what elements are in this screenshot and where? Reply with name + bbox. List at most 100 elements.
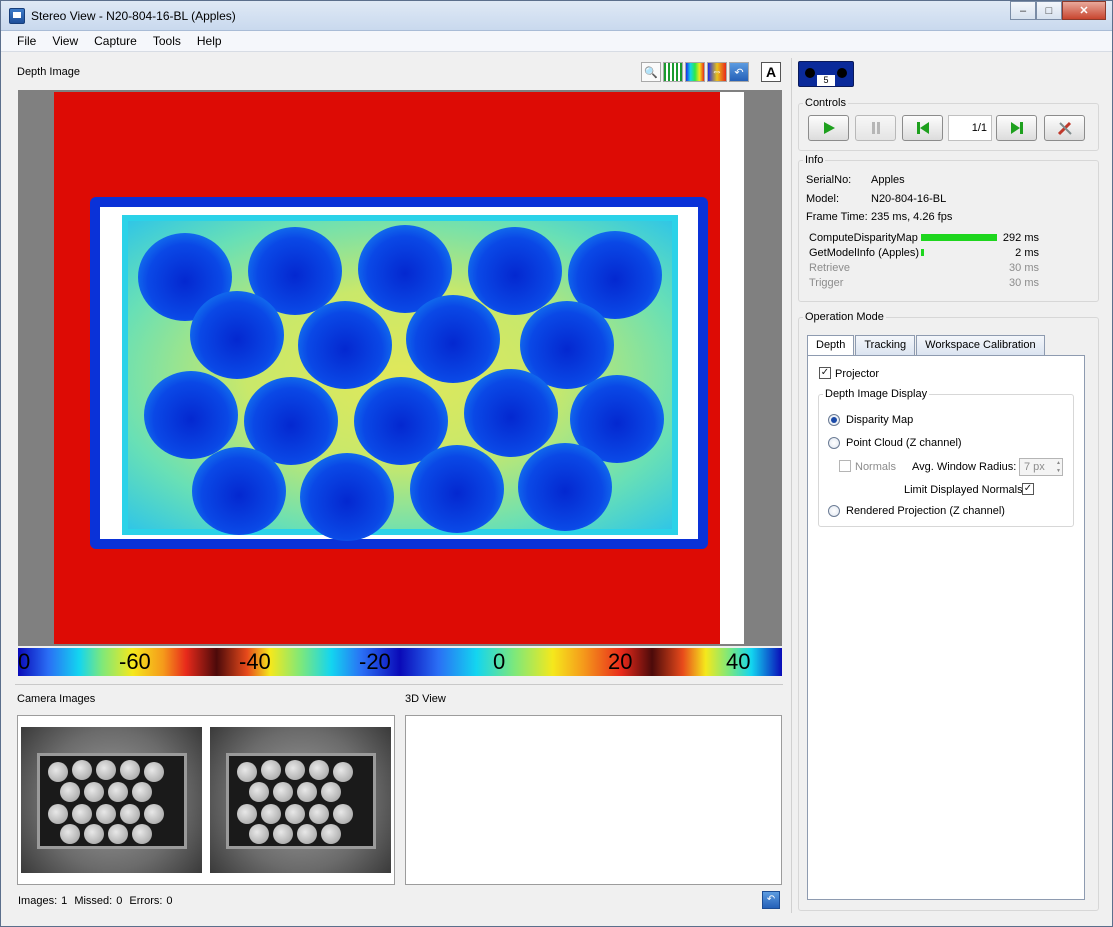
timing-name: Retrieve bbox=[809, 262, 850, 274]
menu-view[interactable]: View bbox=[44, 34, 86, 48]
camera-number: 5 bbox=[817, 75, 835, 86]
projector-checkbox[interactable]: ✓ bbox=[819, 367, 831, 379]
timing-bar bbox=[921, 234, 997, 241]
camera-apple bbox=[84, 782, 104, 802]
depth-apple bbox=[192, 447, 286, 535]
3d-view-canvas[interactable] bbox=[405, 715, 782, 885]
settings-button[interactable] bbox=[1044, 115, 1085, 141]
reset-view-icon[interactable]: ↶ bbox=[729, 62, 749, 82]
left-camera-image[interactable] bbox=[21, 727, 202, 873]
limit-normals-label: Limit Displayed Normals bbox=[904, 484, 1023, 496]
timing-bar bbox=[921, 249, 924, 256]
panel-splitter[interactable] bbox=[791, 58, 792, 913]
pause-button[interactable] bbox=[855, 115, 896, 141]
normals-checkbox[interactable] bbox=[839, 460, 851, 472]
model-value: N20-804-16-BL bbox=[871, 193, 947, 205]
divider[interactable] bbox=[15, 684, 783, 685]
last-frame-button[interactable] bbox=[996, 115, 1037, 141]
camera-tray bbox=[37, 753, 187, 849]
app-icon bbox=[9, 8, 25, 24]
serial-value: Apples bbox=[871, 174, 905, 186]
camera-apple bbox=[96, 760, 116, 780]
camera-tab[interactable]: 5 bbox=[798, 61, 854, 87]
reset-3d-view-button[interactable]: ↶ bbox=[762, 891, 780, 909]
serial-label: SerialNo: bbox=[806, 174, 852, 186]
menu-capture[interactable]: Capture bbox=[86, 34, 145, 48]
camera-apple bbox=[285, 760, 305, 780]
camera-apple bbox=[48, 762, 68, 782]
play-button[interactable] bbox=[808, 115, 849, 141]
colorbar-tick: -40 bbox=[239, 649, 271, 674]
timing-value: 30 ms bbox=[1009, 277, 1039, 289]
depth-tray bbox=[90, 197, 708, 549]
depth-image-view[interactable] bbox=[18, 90, 782, 646]
tab-depth[interactable]: Depth bbox=[807, 335, 855, 356]
rendered-projection-radio[interactable] bbox=[828, 505, 840, 517]
window-controls: – □ ✕ bbox=[1010, 1, 1106, 20]
menu-help[interactable]: Help bbox=[189, 34, 230, 48]
camera-apple bbox=[309, 804, 329, 824]
images-count: 1 bbox=[61, 895, 68, 907]
maximize-button[interactable]: □ bbox=[1036, 1, 1062, 20]
grayscale-colormap-icon[interactable] bbox=[663, 62, 683, 82]
camera-apple bbox=[96, 804, 116, 824]
camera-apple bbox=[273, 782, 293, 802]
camera-apple bbox=[72, 804, 92, 824]
tools-icon bbox=[1057, 121, 1072, 136]
play-icon bbox=[823, 122, 835, 134]
camera-apple bbox=[285, 804, 305, 824]
camera-apple bbox=[321, 782, 341, 802]
zoom-icon[interactable]: 🔍 bbox=[641, 62, 661, 82]
camera-apple bbox=[333, 762, 353, 782]
camera-apple bbox=[132, 782, 152, 802]
depth-apple bbox=[298, 301, 392, 389]
close-button[interactable]: ✕ bbox=[1062, 1, 1106, 20]
camera-apple bbox=[249, 782, 269, 802]
timing-name: Trigger bbox=[809, 277, 844, 289]
timing-name: GetModelInfo (Apples) bbox=[809, 247, 920, 259]
point-cloud-radio[interactable] bbox=[828, 437, 840, 449]
errors-label: Errors: bbox=[129, 895, 163, 907]
camera-tray bbox=[226, 753, 376, 849]
rainbow-colormap-icon[interactable] bbox=[685, 62, 705, 82]
first-frame-button[interactable] bbox=[902, 115, 943, 141]
camera-apple bbox=[273, 824, 293, 844]
colorbar: 0 -60 -40 -20 0 20 40 bbox=[18, 648, 782, 676]
camera-apple bbox=[132, 824, 152, 844]
title-bar[interactable]: Stereo View - N20-804-16-BL (Apples) – □… bbox=[1, 1, 1112, 31]
point-cloud-label: Point Cloud (Z channel) bbox=[846, 437, 962, 449]
camera-apple bbox=[144, 804, 164, 824]
depth-image-display-title: Depth Image Display bbox=[823, 388, 930, 400]
minimize-button[interactable]: – bbox=[1010, 1, 1036, 20]
depth-image-edge bbox=[720, 92, 744, 644]
text-overlay-toggle[interactable]: A bbox=[761, 62, 781, 82]
operation-mode-tabs: Depth Tracking Workspace Calibration bbox=[807, 335, 1046, 356]
camera-apple bbox=[108, 782, 128, 802]
camera-apple bbox=[60, 824, 80, 844]
window-title: Stereo View - N20-804-16-BL (Apples) bbox=[31, 9, 236, 23]
menu-tools[interactable]: Tools bbox=[145, 34, 189, 48]
images-label: Images: bbox=[18, 895, 58, 907]
tab-workspace-calibration[interactable]: Workspace Calibration bbox=[916, 335, 1045, 355]
tab-tracking[interactable]: Tracking bbox=[855, 335, 916, 355]
menu-bar: File View Capture Tools Help bbox=[1, 31, 1112, 52]
camera-apple bbox=[144, 762, 164, 782]
avg-window-radius-spinbox[interactable]: 7 px bbox=[1019, 458, 1063, 476]
colorbar-tick: 40 bbox=[726, 649, 751, 674]
missed-label: Missed: bbox=[74, 895, 113, 907]
model-label: Model: bbox=[806, 193, 840, 205]
status-bar: Images: 1 Missed: 0 Errors: 0 bbox=[18, 895, 177, 907]
color-range-icon[interactable]: ⇔ bbox=[707, 62, 727, 82]
camera-apple bbox=[261, 804, 281, 824]
frame-counter[interactable]: 1/1 bbox=[948, 115, 992, 141]
camera-apple bbox=[120, 804, 140, 824]
disparity-map-radio[interactable] bbox=[828, 414, 840, 426]
depth-apple bbox=[518, 443, 612, 531]
camera-images-label: Camera Images bbox=[17, 693, 96, 705]
colorbar-tick: 0 bbox=[493, 649, 506, 674]
skip-forward-icon bbox=[1010, 122, 1023, 134]
errors-count: 0 bbox=[166, 895, 173, 907]
limit-normals-checkbox[interactable]: ✓ bbox=[1022, 483, 1034, 495]
right-camera-image[interactable] bbox=[210, 727, 391, 873]
menu-file[interactable]: File bbox=[9, 34, 44, 48]
